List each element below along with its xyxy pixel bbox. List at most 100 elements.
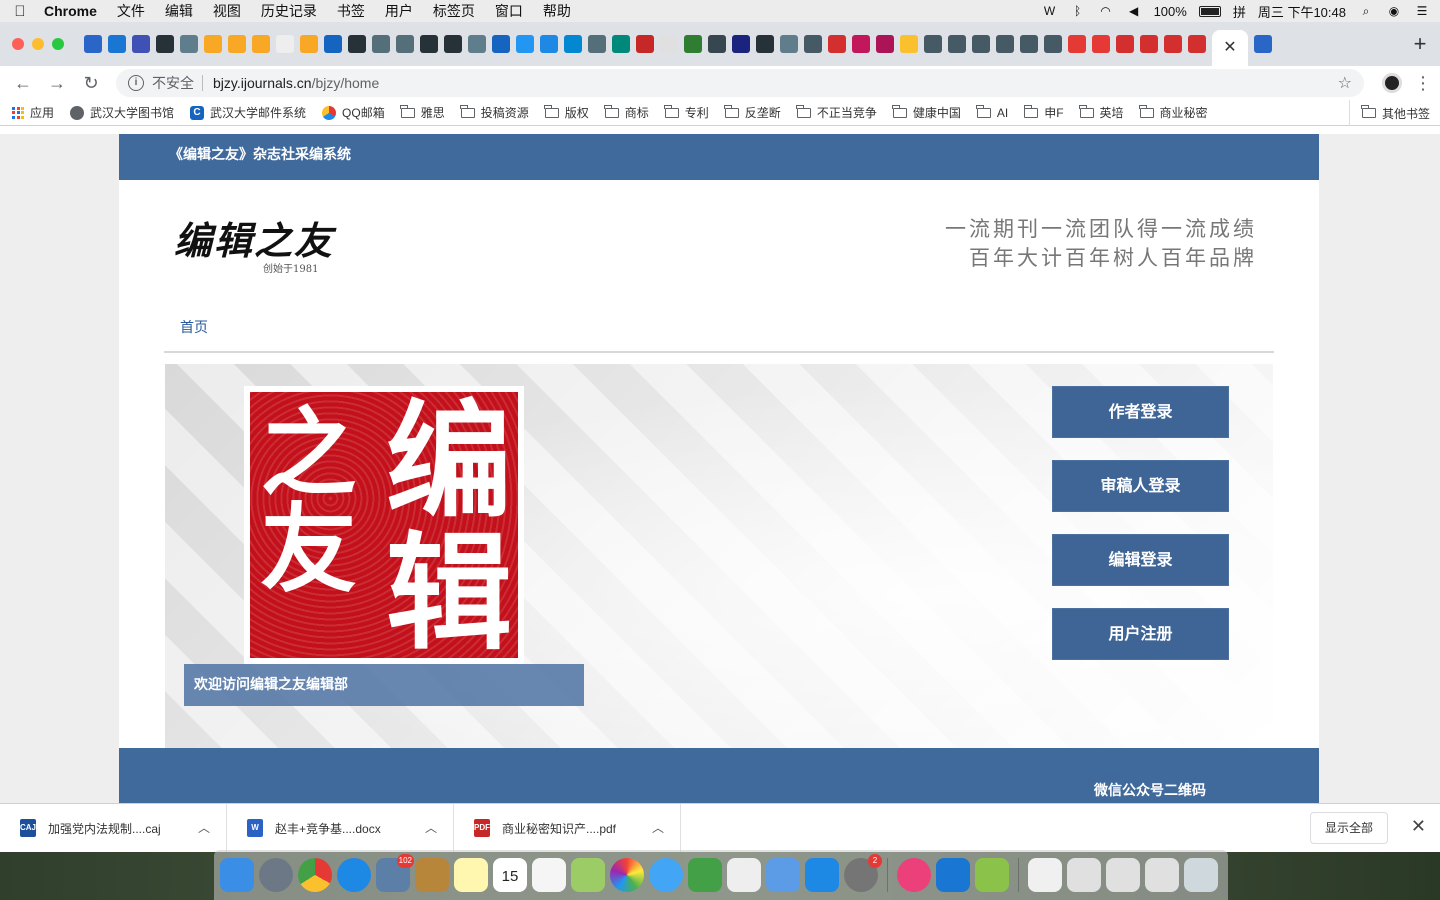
bookmark-item[interactable]: 雅思 bbox=[400, 104, 445, 121]
screenshot-thumb-icon[interactable] bbox=[1067, 858, 1101, 892]
calendar-icon[interactable]: 15 bbox=[493, 858, 527, 892]
reminders-icon[interactable] bbox=[532, 858, 566, 892]
finder-icon[interactable] bbox=[220, 858, 254, 892]
chrome-icon[interactable] bbox=[298, 858, 332, 892]
chevron-up-icon[interactable]: ︿ bbox=[652, 819, 664, 836]
keynote-icon[interactable] bbox=[766, 858, 800, 892]
music-icon[interactable] bbox=[897, 858, 931, 892]
tab-favicon-icon[interactable] bbox=[348, 35, 366, 53]
tab-favicon-icon[interactable] bbox=[1020, 35, 1038, 53]
tab-favicon-icon[interactable] bbox=[828, 35, 846, 53]
bookmark-item[interactable]: 专利 bbox=[664, 104, 709, 121]
show-all-downloads-button[interactable]: 显示全部 bbox=[1309, 812, 1388, 844]
tab-favicon-icon[interactable] bbox=[756, 35, 774, 53]
active-tab-close-icon[interactable]: ✕ bbox=[1212, 30, 1248, 66]
tab-favicon-icon[interactable] bbox=[204, 35, 222, 53]
menu-view[interactable]: 视图 bbox=[203, 1, 251, 21]
spotlight-search-icon[interactable]: ⌕ bbox=[1358, 4, 1374, 18]
download-item[interactable]: W 赵丰+竞争基....docx ︿ bbox=[227, 803, 454, 853]
bookmark-item[interactable]: QQ邮箱 bbox=[322, 104, 385, 121]
notification-center-icon[interactable]: ☰ bbox=[1414, 4, 1430, 18]
bookmark-item[interactable]: C 武汉大学邮件系统 bbox=[190, 104, 306, 121]
minimize-window-icon[interactable] bbox=[32, 38, 44, 50]
tab-favicon-icon[interactable] bbox=[804, 35, 822, 53]
tab-favicon-icon[interactable] bbox=[924, 35, 942, 53]
maps-icon[interactable] bbox=[571, 858, 605, 892]
system-preferences-icon[interactable]: 2 bbox=[844, 854, 882, 892]
chevron-up-icon[interactable]: ︿ bbox=[425, 819, 437, 836]
siri-icon[interactable]: ◉ bbox=[1386, 4, 1402, 18]
menu-bookmarks[interactable]: 书签 bbox=[327, 1, 375, 21]
tab-favicon-icon[interactable] bbox=[1068, 35, 1086, 53]
download-item[interactable]: PDF 商业秘密知识产....pdf ︿ bbox=[454, 803, 681, 853]
screenshot-thumb-icon[interactable] bbox=[1106, 858, 1140, 892]
tab-favicon-icon[interactable] bbox=[876, 35, 894, 53]
wps-status-icon[interactable]: W bbox=[1042, 4, 1058, 18]
bookmark-item[interactable]: 健康中国 bbox=[892, 104, 961, 121]
messages-icon[interactable] bbox=[649, 858, 683, 892]
author-login-button[interactable]: 作者登录 bbox=[1052, 386, 1229, 438]
safari-icon[interactable] bbox=[337, 858, 371, 892]
bluetooth-icon[interactable]: ᛒ bbox=[1070, 4, 1086, 18]
bookmark-item[interactable]: 应用 bbox=[12, 104, 54, 121]
menu-app-name[interactable]: Chrome bbox=[40, 3, 107, 19]
site-info-icon[interactable]: i bbox=[128, 75, 144, 91]
close-window-icon[interactable] bbox=[12, 38, 24, 50]
register-button[interactable]: 用户注册 bbox=[1052, 608, 1229, 660]
tab-favicon-icon[interactable] bbox=[1044, 35, 1062, 53]
tab-favicon-icon[interactable] bbox=[252, 35, 270, 53]
tab-favicon-icon[interactable] bbox=[588, 35, 606, 53]
journal-logo[interactable]: 编辑之友 bbox=[174, 210, 334, 265]
tab-favicon-icon[interactable] bbox=[972, 35, 990, 53]
apple-menu-icon[interactable]:  bbox=[0, 3, 40, 20]
reload-icon[interactable]: ↻ bbox=[76, 73, 106, 94]
tab-favicon-icon[interactable] bbox=[852, 35, 870, 53]
tab-favicon-icon[interactable] bbox=[732, 35, 750, 53]
volume-icon[interactable]: ◀ bbox=[1126, 4, 1142, 18]
tab-favicon-icon[interactable] bbox=[636, 35, 654, 53]
tab-favicon-icon[interactable] bbox=[396, 35, 414, 53]
tab-favicon-icon[interactable] bbox=[564, 35, 582, 53]
clock[interactable]: 周三 下午10:48 bbox=[1258, 2, 1346, 21]
bookmark-item[interactable]: 申F bbox=[1023, 104, 1064, 121]
tab-favicon-icon[interactable] bbox=[468, 35, 486, 53]
download-item[interactable]: CAJ 加强党内法规制....caj ︿ bbox=[0, 803, 227, 853]
bookmark-item[interactable]: 商标 bbox=[604, 104, 649, 121]
launchpad-icon[interactable] bbox=[259, 858, 293, 892]
editor-login-button[interactable]: 编辑登录 bbox=[1052, 534, 1229, 586]
tab-favicon-icon[interactable] bbox=[660, 35, 678, 53]
menu-edit[interactable]: 编辑 bbox=[155, 1, 203, 21]
tab-favicon-icon[interactable] bbox=[1116, 35, 1134, 53]
tab-favicon-icon[interactable] bbox=[324, 35, 342, 53]
tab-favicon-icon[interactable] bbox=[900, 35, 918, 53]
tab-favicon-icon[interactable] bbox=[1164, 35, 1182, 53]
screenshot-thumb-icon[interactable] bbox=[1145, 858, 1179, 892]
menu-tabs[interactable]: 标签页 bbox=[423, 1, 485, 21]
bookmark-item[interactable]: AI bbox=[976, 104, 1008, 120]
tab-favicon-icon[interactable] bbox=[1254, 35, 1272, 53]
forward-icon[interactable]: → bbox=[42, 73, 72, 94]
menu-help[interactable]: 帮助 bbox=[533, 1, 581, 21]
bookmark-item[interactable]: 版权 bbox=[544, 104, 589, 121]
menu-people[interactable]: 用户 bbox=[375, 1, 423, 21]
bookmark-item[interactable]: 投稿资源 bbox=[460, 104, 529, 121]
tab-favicon-icon[interactable] bbox=[516, 35, 534, 53]
tab-favicon-icon[interactable] bbox=[180, 35, 198, 53]
tab-favicon-icon[interactable] bbox=[1140, 35, 1158, 53]
app-store-icon[interactable] bbox=[805, 858, 839, 892]
tab-favicon-icon[interactable] bbox=[492, 35, 510, 53]
chevron-up-icon[interactable]: ︿ bbox=[198, 819, 210, 836]
tab-favicon-icon[interactable] bbox=[108, 35, 126, 53]
bookmark-item[interactable]: 反垄断 bbox=[724, 104, 781, 121]
bookmark-star-icon[interactable]: ☆ bbox=[1338, 73, 1352, 93]
tab-favicon-icon[interactable] bbox=[372, 35, 390, 53]
tab-favicon-icon[interactable] bbox=[540, 35, 558, 53]
tab-favicon-icon[interactable] bbox=[996, 35, 1014, 53]
wps-icon[interactable] bbox=[936, 858, 970, 892]
trash-icon[interactable] bbox=[1184, 858, 1218, 892]
reviewer-login-button[interactable]: 审稿人登录 bbox=[1052, 460, 1229, 512]
tab-favicon-icon[interactable] bbox=[132, 35, 150, 53]
bookmark-item[interactable]: 英培 bbox=[1079, 104, 1124, 121]
tab-favicon-icon[interactable] bbox=[156, 35, 174, 53]
facetime-icon[interactable] bbox=[688, 858, 722, 892]
